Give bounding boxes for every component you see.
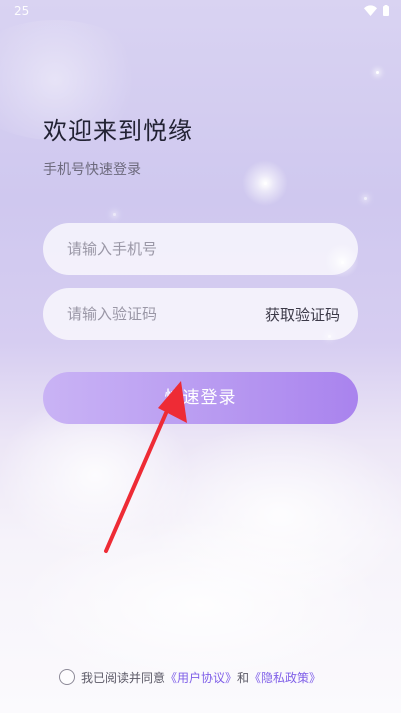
- star-icon: [264, 182, 267, 185]
- wifi-icon: [364, 5, 377, 16]
- phone-input-box: [43, 223, 358, 275]
- sparkle-glow: [242, 160, 288, 206]
- quick-login-button[interactable]: 快速登录: [43, 372, 358, 424]
- background-layer: [0, 0, 401, 713]
- verification-code-input[interactable]: [67, 288, 242, 340]
- login-subtitle: 手机号快速登录: [43, 162, 141, 178]
- status-bar: 25: [0, 0, 401, 24]
- status-icons: [364, 5, 389, 16]
- star-icon: [364, 197, 367, 200]
- agreement-row: 我已阅读并同意 《用户协议》 和 《隐私政策》: [59, 667, 321, 687]
- code-input-box: 获取验证码: [43, 288, 358, 340]
- star-icon: [376, 71, 379, 74]
- red-arrow-icon: [104, 381, 187, 553]
- agreement-checkbox[interactable]: [59, 669, 75, 685]
- user-agreement-link[interactable]: 《用户协议》: [165, 669, 237, 686]
- phone-input[interactable]: [67, 223, 337, 275]
- agreement-conjunction: 和: [237, 670, 250, 685]
- cloud-shape: [150, 425, 401, 605]
- agreement-text: 我已阅读并同意: [81, 670, 166, 685]
- status-time: 25: [14, 4, 30, 18]
- welcome-title: 欢迎来到悦缘: [43, 117, 193, 145]
- star-icon: [113, 213, 116, 216]
- privacy-policy-link[interactable]: 《隐私政策》: [249, 669, 321, 686]
- battery-icon: [383, 5, 389, 16]
- get-code-button[interactable]: 获取验证码: [265, 304, 340, 325]
- cloud-shape: [20, 520, 380, 690]
